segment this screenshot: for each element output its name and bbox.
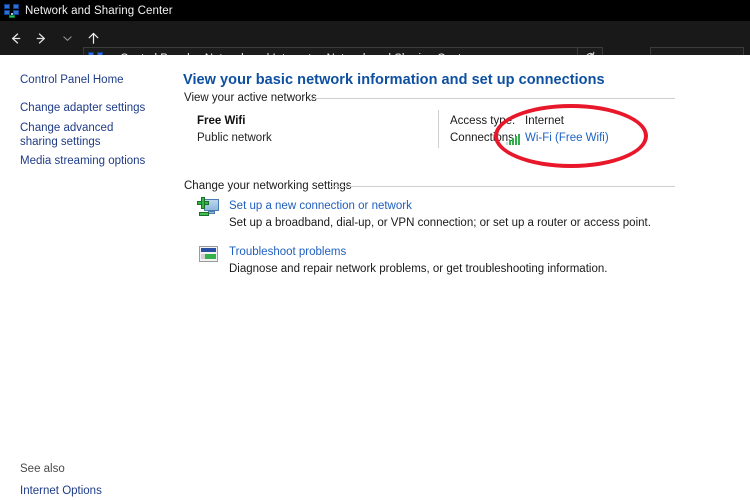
navigation-bar: › Control Panel › Network and Internet ›… (0, 21, 750, 76)
network-sharing-center-window: Network and Sharing Center Control Panel… (0, 0, 750, 500)
active-networks-section-title: View your active networks (184, 92, 317, 104)
networking-settings-section-title: Change your networking settings (184, 180, 352, 192)
title-bar: Network and Sharing Center (0, 0, 750, 21)
sidebar-item-change-advanced-sharing-settings[interactable]: Change advanced sharing settings (20, 121, 150, 149)
setup-connection-icon (197, 196, 221, 220)
active-network-type: Public network (197, 132, 272, 144)
troubleshoot-icon (197, 243, 221, 267)
access-type-label: Access type: (450, 115, 516, 127)
sidebar-item-change-adapter-settings[interactable]: Change adapter settings (20, 101, 145, 115)
wifi-signal-icon (505, 133, 521, 146)
task-link-set-up-new-connection[interactable]: Set up a new connection or network (229, 200, 412, 212)
forward-arrow-icon[interactable] (28, 23, 54, 53)
recent-locations-chevron-down-icon[interactable] (54, 23, 80, 53)
window-title: Network and Sharing Center (25, 4, 173, 17)
task-link-troubleshoot-problems[interactable]: Troubleshoot problems (229, 246, 346, 258)
task-description-set-up-new-connection: Set up a broadband, dial-up, or VPN conn… (229, 217, 651, 229)
sidebar-item-control-panel-home[interactable]: Control Panel Home (20, 73, 124, 87)
connection-link-wifi[interactable]: Wi-Fi (Free Wifi) (525, 132, 609, 144)
content-area: Control Panel Home Change adapter settin… (0, 55, 750, 500)
see-also-heading: See also (20, 463, 65, 475)
network-computers-icon (4, 3, 20, 19)
active-network-divider (438, 110, 439, 148)
active-network-name: Free Wifi (197, 115, 246, 127)
access-type-value: Internet (525, 115, 564, 127)
active-networks-rule (312, 98, 675, 99)
sidebar-item-media-streaming-options[interactable]: Media streaming options (20, 154, 145, 168)
networking-settings-rule (331, 186, 675, 187)
task-description-troubleshoot-problems: Diagnose and repair network problems, or… (229, 263, 608, 275)
back-arrow-icon[interactable] (2, 23, 28, 53)
sidebar: Control Panel Home Change adapter settin… (0, 55, 180, 500)
sidebar-item-internet-options[interactable]: Internet Options (20, 484, 102, 498)
main-pane: View your basic network information and … (180, 55, 750, 500)
page-title: View your basic network information and … (183, 71, 605, 88)
